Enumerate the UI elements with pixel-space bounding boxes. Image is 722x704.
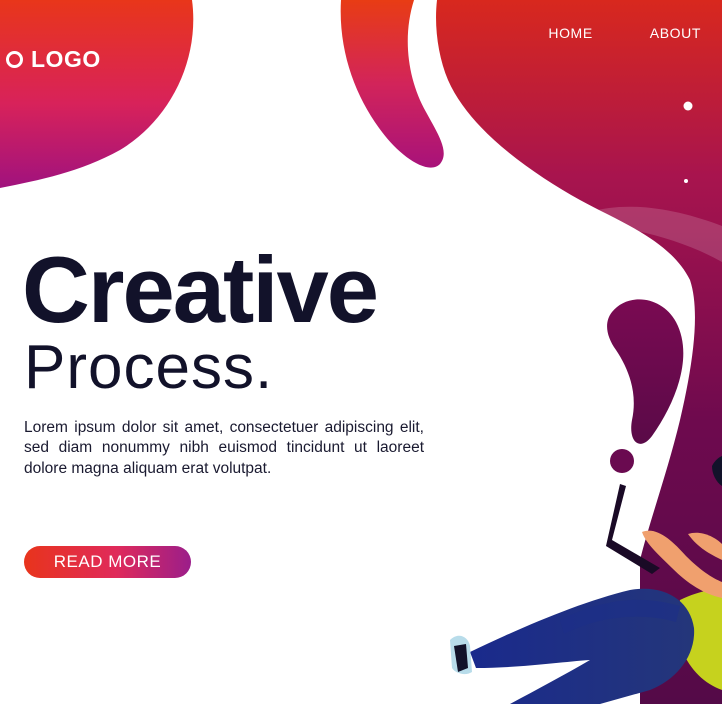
- read-more-button[interactable]: READ MORE: [24, 546, 191, 578]
- logo-text: LOGO: [31, 46, 101, 72]
- hero-subtitle: Process.: [24, 333, 274, 402]
- star-dot-1: [683, 101, 693, 111]
- hero-body-text: Lorem ipsum dolor sit amet, consectetuer…: [24, 419, 424, 477]
- top-nav: HOME ABOUT: [548, 25, 701, 41]
- logo[interactable]: LOGO: [6, 46, 101, 73]
- top-left-blob: [0, 0, 194, 188]
- logo-ring-icon: [6, 51, 23, 68]
- top-drip-shape: [340, 0, 444, 168]
- nav-home-link[interactable]: HOME: [548, 25, 592, 41]
- splash-dot: [610, 449, 634, 473]
- splash-drop: [607, 299, 684, 444]
- star-dot-2: [684, 179, 688, 183]
- hero-title: Creative: [22, 237, 379, 342]
- nav-about-link[interactable]: ABOUT: [650, 25, 701, 41]
